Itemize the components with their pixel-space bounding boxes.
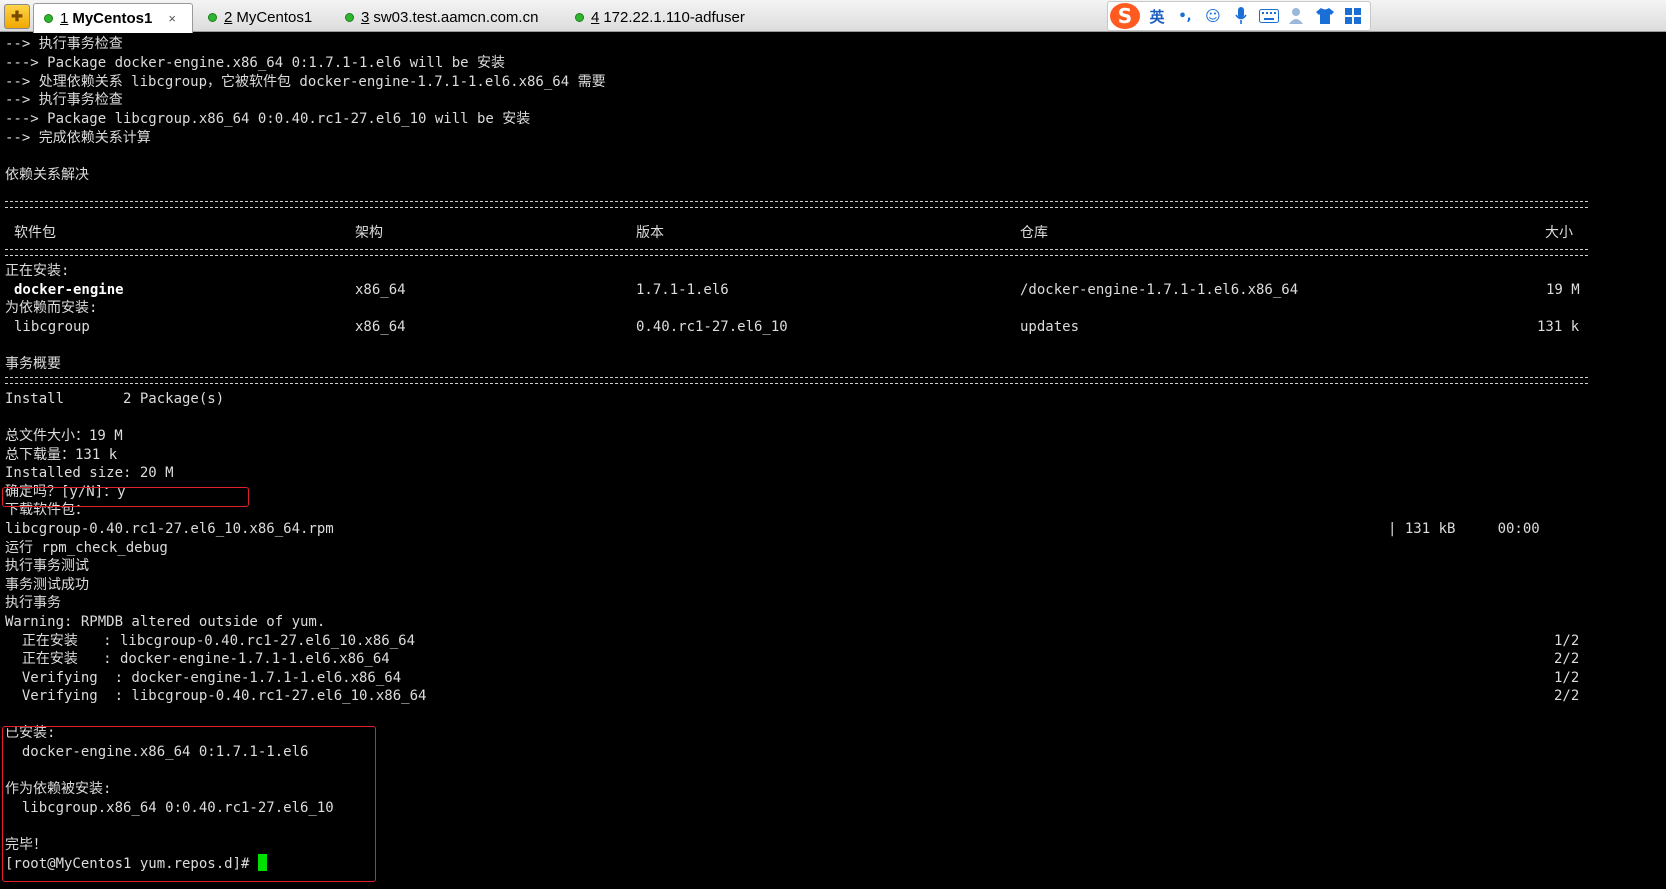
- terminal-output[interactable]: --> 执行事务检查 ---> Package docker-engine.x8…: [0, 33, 1666, 889]
- section-label-dependency: 为依赖而安装:: [5, 300, 98, 316]
- terminal-line: 执行事务: [5, 595, 61, 611]
- terminal-line: --> 执行事务检查: [5, 92, 123, 108]
- connected-status-icon: [575, 12, 584, 22]
- tab-sw03[interactable]: 3 sw03.test.aamcn.com.cn: [345, 3, 538, 31]
- terminal-line: 执行事务测试: [5, 558, 89, 574]
- tab-number: 1: [60, 10, 69, 27]
- row-version: 1.7.1-1.el6: [636, 282, 729, 298]
- row-repo: /docker-engine-1.7.1-1.el6.x86_64: [1020, 282, 1299, 298]
- terminal-line: ---> Package docker-engine.x86_64 0:1.7.…: [5, 55, 506, 71]
- download-file: libcgroup-0.40.rc1-27.el6_10.x86_64.rpm: [5, 521, 334, 537]
- tab-number: 3: [361, 8, 370, 26]
- result-line: 完毕！: [5, 837, 47, 853]
- terminal-line: 运行 rpm_check_debug: [5, 540, 168, 556]
- column-header-arch: 架构: [355, 225, 383, 241]
- download-progress: | 131 kB 00:00: [1388, 521, 1540, 537]
- installed-size-line: Installed size: 20 M: [5, 465, 174, 481]
- tab-title: sw03.test.aamcn.com.cn: [373, 8, 539, 26]
- progress-count: 1/2: [1554, 633, 1580, 649]
- download-size-line: 总下载量：131 k: [5, 447, 118, 463]
- connected-status-icon: [44, 14, 53, 23]
- progress-count: 1/2: [1554, 670, 1580, 686]
- result-line: libcgroup.x86_64 0:0.40.rc1-27.el6_10: [5, 800, 334, 816]
- table-divider: [5, 377, 1588, 384]
- shirt-icon[interactable]: [1314, 5, 1336, 27]
- punctuation-toggle[interactable]: •,: [1174, 5, 1196, 27]
- shell-prompt-line[interactable]: [root@MyCentos1 yum.repos.d]#: [5, 854, 267, 873]
- tab-adfuser[interactable]: 4 172.22.1.110-adfuser: [575, 3, 745, 31]
- result-line: 已安装:: [5, 725, 56, 741]
- terminal-line: --> 执行事务检查: [5, 36, 123, 52]
- confirm-prompt-line: 确定吗？[y/N]：y: [5, 484, 126, 500]
- table-divider: [5, 249, 1588, 256]
- shell-prompt: [root@MyCentos1 yum.repos.d]#: [5, 856, 258, 872]
- row-package: libcgroup: [14, 319, 90, 335]
- row-arch: x86_64: [355, 282, 406, 298]
- ime-toolbar: S 英 •, ☺: [1107, 1, 1371, 31]
- connected-status-icon: [345, 12, 354, 22]
- connected-status-icon: [208, 12, 217, 22]
- progress-count: 2/2: [1554, 651, 1580, 667]
- progress-count: 2/2: [1554, 688, 1580, 704]
- result-line: 作为依赖被安装:: [5, 781, 112, 797]
- tab-number: 2: [224, 8, 233, 26]
- tab-title: 172.22.1.110-adfuser: [603, 8, 745, 26]
- terminal-line: ---> Package libcgroup.x86_64 0:0.40.rc1…: [5, 111, 531, 127]
- result-line: docker-engine.x86_64 0:1.7.1-1.el6: [5, 744, 309, 760]
- tab-title: MyCentos1: [72, 10, 153, 27]
- grid-icon[interactable]: [1342, 5, 1364, 27]
- session-tab-bar: ✚ 1 MyCentos1 × 2 MyCentos1 3 sw03.test.…: [0, 0, 1666, 33]
- terminal-line: 依赖关系解决: [5, 167, 89, 183]
- row-size: 19 M: [1546, 282, 1580, 298]
- row-package: docker-engine: [14, 282, 124, 298]
- progress-line: 正在安装 : docker-engine-1.7.1-1.el6.x86_64: [5, 651, 390, 667]
- emoji-icon[interactable]: ☺: [1202, 5, 1224, 27]
- keyboard-icon[interactable]: [1258, 5, 1280, 27]
- summary-label: 事务概要: [5, 356, 61, 372]
- column-header-package: 软件包: [14, 225, 56, 241]
- terminal-cursor: [257, 854, 267, 871]
- row-repo: updates: [1020, 319, 1080, 335]
- tab-mycentos1-2[interactable]: 2 MyCentos1: [208, 3, 312, 31]
- row-version: 0.40.rc1-27.el6_10: [636, 319, 788, 335]
- section-label-installing: 正在安装:: [5, 263, 70, 279]
- column-header-version: 版本: [636, 225, 664, 241]
- table-divider: [5, 201, 1588, 208]
- tab-mycentos1-active[interactable]: 1 MyCentos1 ×: [33, 3, 193, 33]
- tab-number: 4: [591, 8, 600, 26]
- sogou-logo-icon[interactable]: S: [1110, 3, 1140, 29]
- user-icon[interactable]: [1286, 5, 1308, 27]
- progress-line: 正在安装 : libcgroup-0.40.rc1-27.el6_10.x86_…: [5, 633, 416, 649]
- microphone-icon[interactable]: [1230, 5, 1252, 27]
- warning-line: Warning: RPMDB altered outside of yum.: [5, 614, 326, 630]
- terminal-line: 事务测试成功: [5, 577, 89, 593]
- progress-line: Verifying : libcgroup-0.40.rc1-27.el6_10…: [5, 688, 427, 704]
- column-header-repo: 仓库: [1020, 225, 1048, 241]
- total-size-line: 总文件大小：19 M: [5, 428, 123, 444]
- row-size: 131 k: [1537, 319, 1580, 335]
- terminal-line: --> 处理依赖关系 libcgroup，它被软件包 docker-engine…: [5, 74, 606, 90]
- plus-icon: ✚: [11, 8, 23, 24]
- tab-title: MyCentos1: [236, 8, 313, 26]
- language-toggle[interactable]: 英: [1146, 5, 1168, 27]
- column-header-size: 大小: [1545, 225, 1573, 241]
- close-tab-icon[interactable]: ×: [168, 11, 176, 26]
- row-arch: x86_64: [355, 319, 406, 335]
- download-label: 下载软件包：: [5, 502, 89, 518]
- install-count-line: Install 2 Package(s): [5, 391, 225, 407]
- terminal-line: --> 完成依赖关系计算: [5, 130, 151, 146]
- session-menu-button[interactable]: ✚: [4, 4, 30, 29]
- progress-line: Verifying : docker-engine-1.7.1-1.el6.x8…: [5, 670, 402, 686]
